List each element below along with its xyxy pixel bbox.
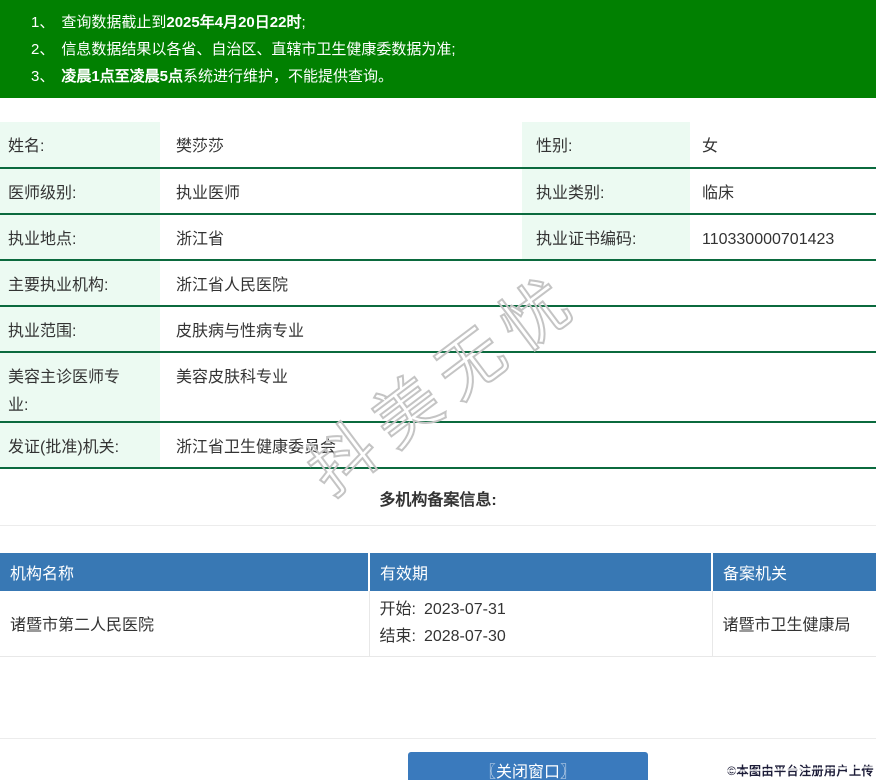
copyright-note: ©本图由平台注册用户上传 [727, 764, 874, 778]
table-row: 姓名: 樊莎莎 性别: 女 [0, 122, 876, 168]
table-row: 主要执业机构: 浙江省人民医院 [0, 260, 876, 306]
notice-text: 系统进行维护，不能提供查询。 [183, 68, 394, 85]
field-value-cosmetic-specialty: 美容皮肤科专业 [176, 369, 289, 386]
field-value-practice-location: 浙江省 [176, 231, 225, 248]
notice-line-2: 2、 信息数据结果以各省、自治区、直辖市卫生健康委数据为准; [0, 36, 876, 63]
filing-validity-period: 开始: 2023-07-31 结束: 2028-07-30 [368, 591, 712, 657]
practitioner-query-result-page: 1、 查询数据截止到2025年4月20日22时; 2、 信息数据结果以各省、自治区、… [0, 0, 876, 780]
notice-text: ; [301, 14, 306, 31]
table-row: 诸暨市第二人民医院 开始: 2023-07-31 结束: 2028-07-30 诸暨… [0, 591, 876, 657]
close-window-button[interactable]: 〖关闭窗口〗 [408, 752, 648, 780]
filing-table-header-row: 机构名称 有效期 备案机关 [0, 553, 876, 591]
notice-text-bold: 2025年4月20日22时 [166, 14, 302, 31]
field-label-issuing-authority: 发证(批准)机关: [0, 422, 160, 468]
validity-start-date: 2023-07-31 [423, 601, 506, 619]
notice-text: 查询数据截止到 [61, 14, 167, 31]
validity-start-line: 开始: 2023-07-31 [380, 596, 712, 623]
filing-institution-name: 诸暨市第二人民医院 [0, 591, 369, 657]
field-value-name: 樊莎莎 [176, 138, 225, 155]
field-value-practice-category: 临床 [702, 185, 735, 202]
validity-end-label: 结束: [379, 628, 416, 646]
validity-start-label: 开始: [379, 601, 416, 619]
notice-number: 1、 [31, 14, 55, 31]
table-row: 执业地点: 浙江省 执业证书编码: 110330000701423 [0, 214, 876, 260]
field-label-name: 姓名: [0, 122, 160, 168]
filing-table: 机构名称 有效期 备案机关 诸暨市第二人民医院 开始: 2023-07-31 结束… [0, 553, 876, 657]
field-value-gender: 女 [702, 138, 719, 155]
notice-number: 3、 [31, 68, 55, 85]
field-value-issuing-authority: 浙江省卫生健康委员会 [176, 439, 337, 456]
validity-end-date: 2028-07-30 [423, 628, 506, 646]
column-header-institution-name: 机构名称 [0, 553, 369, 591]
field-label-practice-category: 执业类别: [522, 168, 690, 214]
notice-text: 信息数据结果以各省、自治区、直辖市卫生健康委数据为准; [61, 41, 456, 58]
field-value-doctor-level: 执业医师 [176, 185, 241, 202]
field-label-practice-scope: 执业范围: [0, 306, 160, 352]
table-row: 美容主诊医师专业: 美容皮肤科专业 [0, 352, 876, 422]
field-label-main-institution: 主要执业机构: [0, 260, 160, 306]
notice-line-3: 3、 凌晨1点至凌晨5点系统进行维护，不能提供查询。 [0, 63, 876, 90]
field-value-certificate-number: 110330000701423 [702, 231, 835, 248]
notice-banner: 1、 查询数据截止到2025年4月20日22时; 2、 信息数据结果以各省、自治区、… [0, 0, 876, 98]
field-label-practice-location: 执业地点: [0, 214, 160, 260]
filing-authority: 诸暨市卫生健康局 [711, 591, 876, 657]
notice-text-bold: 凌晨1点至凌晨5点 [61, 68, 184, 85]
table-row: 发证(批准)机关: 浙江省卫生健康委员会 [0, 422, 876, 468]
column-header-validity-period: 有效期 [368, 553, 712, 591]
filing-section-title: 多机构备案信息: [0, 469, 876, 526]
field-label-doctor-level: 医师级别: [0, 168, 160, 214]
notice-number: 2、 [31, 41, 55, 58]
field-label-gender: 性别: [522, 122, 690, 168]
practitioner-info-table: 姓名: 樊莎莎 性别: 女 医师级别: 执业医师 执业类别: 临床 执业地点: … [0, 122, 876, 469]
notice-line-1: 1、 查询数据截止到2025年4月20日22时; [0, 9, 876, 36]
footer-bar: 〖关闭窗口〗 ©本图由平台注册用户上传 [0, 738, 876, 780]
field-value-main-institution: 浙江省人民医院 [176, 277, 289, 294]
column-header-filing-authority: 备案机关 [711, 553, 876, 591]
field-label-cosmetic-specialty: 美容主诊医师专业: [0, 352, 160, 422]
field-value-practice-scope: 皮肤病与性病专业 [176, 323, 305, 340]
validity-end-line: 结束: 2028-07-30 [380, 623, 712, 650]
table-row: 执业范围: 皮肤病与性病专业 [0, 306, 876, 352]
field-label-certificate-number: 执业证书编码: [522, 214, 690, 260]
table-row: 医师级别: 执业医师 执业类别: 临床 [0, 168, 876, 214]
